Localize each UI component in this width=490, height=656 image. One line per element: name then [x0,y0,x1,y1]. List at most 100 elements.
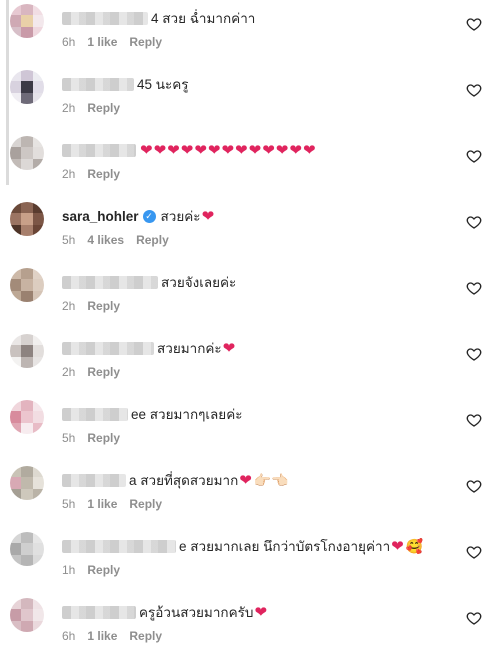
comment-row: ❤ ❤ ❤ ❤ ❤ ❤ ❤ ❤ ❤ ❤ ❤ ❤ ❤ 2h Reply [0,134,490,194]
comment-text: สวยจังเลยค่ะ [161,275,237,290]
reply-button[interactable]: Reply [129,629,162,643]
comment-row: 4 สวย ฉ่ำมากค่าา 6h 1 like Reply [0,2,490,62]
reply-button[interactable]: Reply [129,497,162,511]
reply-button[interactable]: Reply [87,563,120,577]
avatar[interactable] [10,466,44,500]
comment-line: สวยมากค่ะ ❤ [62,338,235,358]
comment-line: a สวยที่สุดสวยมาก ❤ 👉🏻👈🏻 [62,470,289,490]
red-heart-emoji-icon: ❤ [235,141,248,159]
comment-row: ครูอ้วนสวยมากครับ ❤ 6h 1 like Reply [0,596,490,656]
blurred-username[interactable] [62,275,158,289]
comment-line: ❤ ❤ ❤ ❤ ❤ ❤ ❤ ❤ ❤ ❤ ❤ ❤ ❤ [62,140,316,160]
like-heart-icon[interactable] [466,478,482,494]
red-heart-emoji-icon: ❤ [180,141,194,159]
comment-time: 2h [62,101,76,115]
reply-button[interactable]: Reply [87,299,120,313]
comment-time: 6h [62,35,76,49]
comment-meta: 2h Reply [62,101,132,115]
likes-count[interactable]: 1 like [87,35,117,49]
red-heart-emoji-icon: ❤ [167,141,180,159]
avatar[interactable] [10,4,44,38]
comment-meta: 5h Reply [62,431,132,445]
comment-meta: 2h Reply [62,365,132,379]
red-heart-emoji-icon: ❤ [262,141,275,159]
comment-line: ee สวยมากๆเลยค่ะ [62,404,242,424]
red-heart-emoji-icon: ❤ [239,471,252,489]
blurred-username[interactable] [62,539,176,553]
comment-row: สวยจังเลยค่ะ 2h Reply [0,266,490,326]
blurred-username[interactable] [62,605,136,619]
emoji: 👉🏻👈🏻 [253,471,289,488]
reply-button[interactable]: Reply [136,233,169,247]
comment-time: 1h [62,563,76,577]
reply-button[interactable]: Reply [87,167,120,181]
comment-line: 45 นะครู [62,74,189,94]
avatar[interactable] [10,532,44,566]
comment-time: 5h [62,233,76,247]
comment-text: 45 นะครู [137,77,189,92]
like-heart-icon[interactable] [466,280,482,296]
comment-time: 2h [62,365,76,379]
red-heart-emoji-icon: ❤ [289,141,302,159]
red-heart-emoji-icon: ❤ [248,141,262,159]
red-heart-emoji-icon: ❤ [153,141,167,159]
avatar[interactable] [10,334,44,368]
avatar[interactable] [10,268,44,302]
comment-time: 2h [62,167,76,181]
likes-count[interactable]: 1 like [87,497,117,511]
like-heart-icon[interactable] [466,148,482,164]
like-heart-icon[interactable] [466,412,482,428]
like-heart-icon[interactable] [466,346,482,362]
red-heart-emoji-icon: ❤ [140,141,153,159]
comment-text: 4 สวย ฉ่ำมากค่าา [151,11,256,26]
comment-meta: 6h 1 like Reply [62,35,174,49]
like-heart-icon[interactable] [466,610,482,626]
avatar[interactable] [10,136,44,170]
comment-line: ครูอ้วนสวยมากครับ ❤ [62,602,267,622]
blurred-username[interactable] [62,143,136,157]
blurred-username[interactable] [62,11,148,25]
reply-button[interactable]: Reply [87,431,120,445]
red-heart-emoji-icon: ❤ [391,537,404,555]
comment-meta: 1h Reply [62,563,132,577]
like-heart-icon[interactable] [466,214,482,230]
avatar[interactable] [10,400,44,434]
comment-meta: 2h Reply [62,299,132,313]
red-heart-emoji-icon: ❤ [201,207,215,225]
likes-count[interactable]: 1 like [87,629,117,643]
comment-time: 5h [62,497,76,511]
username[interactable]: sara_hohler [62,209,139,224]
comment-row: สวยมากค่ะ ❤ 2h Reply [0,332,490,392]
blurred-username[interactable] [62,407,128,421]
comment-time: 6h [62,629,76,643]
comment-text: ครูอ้วนสวยมากครับ [139,605,254,620]
comment-time: 2h [62,299,76,313]
verified-badge-icon: ✓ [142,209,156,223]
comment-meta: 5h 1 like Reply [62,497,174,511]
avatar[interactable] [10,70,44,104]
comment-meta: 5h 4 likes Reply [62,233,181,247]
comment-text: สวยค่ะ [160,209,201,224]
like-heart-icon[interactable] [466,16,482,32]
comment-row: sara_hohler ✓ สวยค่ะ ❤ 5h 4 likes Reply [0,200,490,260]
comment-row: a สวยที่สุดสวยมาก ❤ 👉🏻👈🏻 5h 1 like Reply [0,464,490,524]
like-heart-icon[interactable] [466,82,482,98]
avatar[interactable] [10,202,44,236]
emoji: 🥰 [405,537,424,554]
comment-row: ee สวยมากๆเลยค่ะ 5h Reply [0,398,490,458]
avatar[interactable] [10,598,44,632]
red-heart-emoji-icon: ❤ [194,141,207,159]
comment-line: 4 สวย ฉ่ำมากค่าา [62,8,255,28]
reply-button[interactable]: Reply [129,35,162,49]
like-heart-icon[interactable] [466,544,482,560]
comment-text: สวยมากค่ะ [157,341,222,356]
reply-button[interactable]: Reply [87,365,120,379]
comment-text: a สวยที่สุดสวยมาก [129,473,239,488]
blurred-username[interactable] [62,473,126,487]
blurred-username[interactable] [62,341,154,355]
likes-count[interactable]: 4 likes [87,233,124,247]
comment-text: ee สวยมากๆเลยค่ะ [131,407,243,422]
blurred-username[interactable] [62,77,134,91]
reply-button[interactable]: Reply [87,101,120,115]
red-heart-emoji-icon: ❤ [275,141,289,159]
